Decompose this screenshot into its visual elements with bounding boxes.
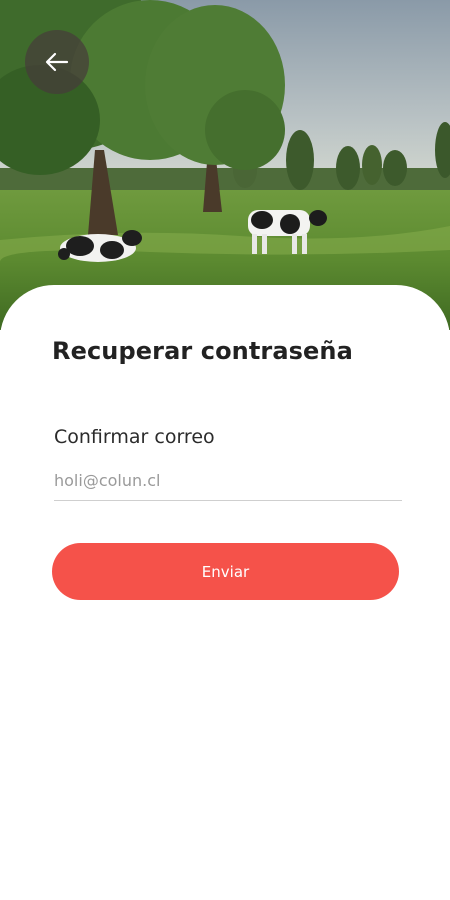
- back-button[interactable]: [25, 30, 89, 94]
- recover-password-screen: Recuperar contraseña Confirmar correo En…: [0, 0, 450, 900]
- email-input[interactable]: [54, 465, 402, 501]
- hero-pasture-image: [0, 0, 450, 330]
- arrow-left-icon: [45, 52, 69, 72]
- send-button[interactable]: Enviar: [52, 543, 399, 600]
- form-sheet: Recuperar contraseña Confirmar correo En…: [0, 285, 450, 900]
- email-label: Confirmar correo: [54, 426, 215, 448]
- page-title: Recuperar contraseña: [52, 337, 353, 365]
